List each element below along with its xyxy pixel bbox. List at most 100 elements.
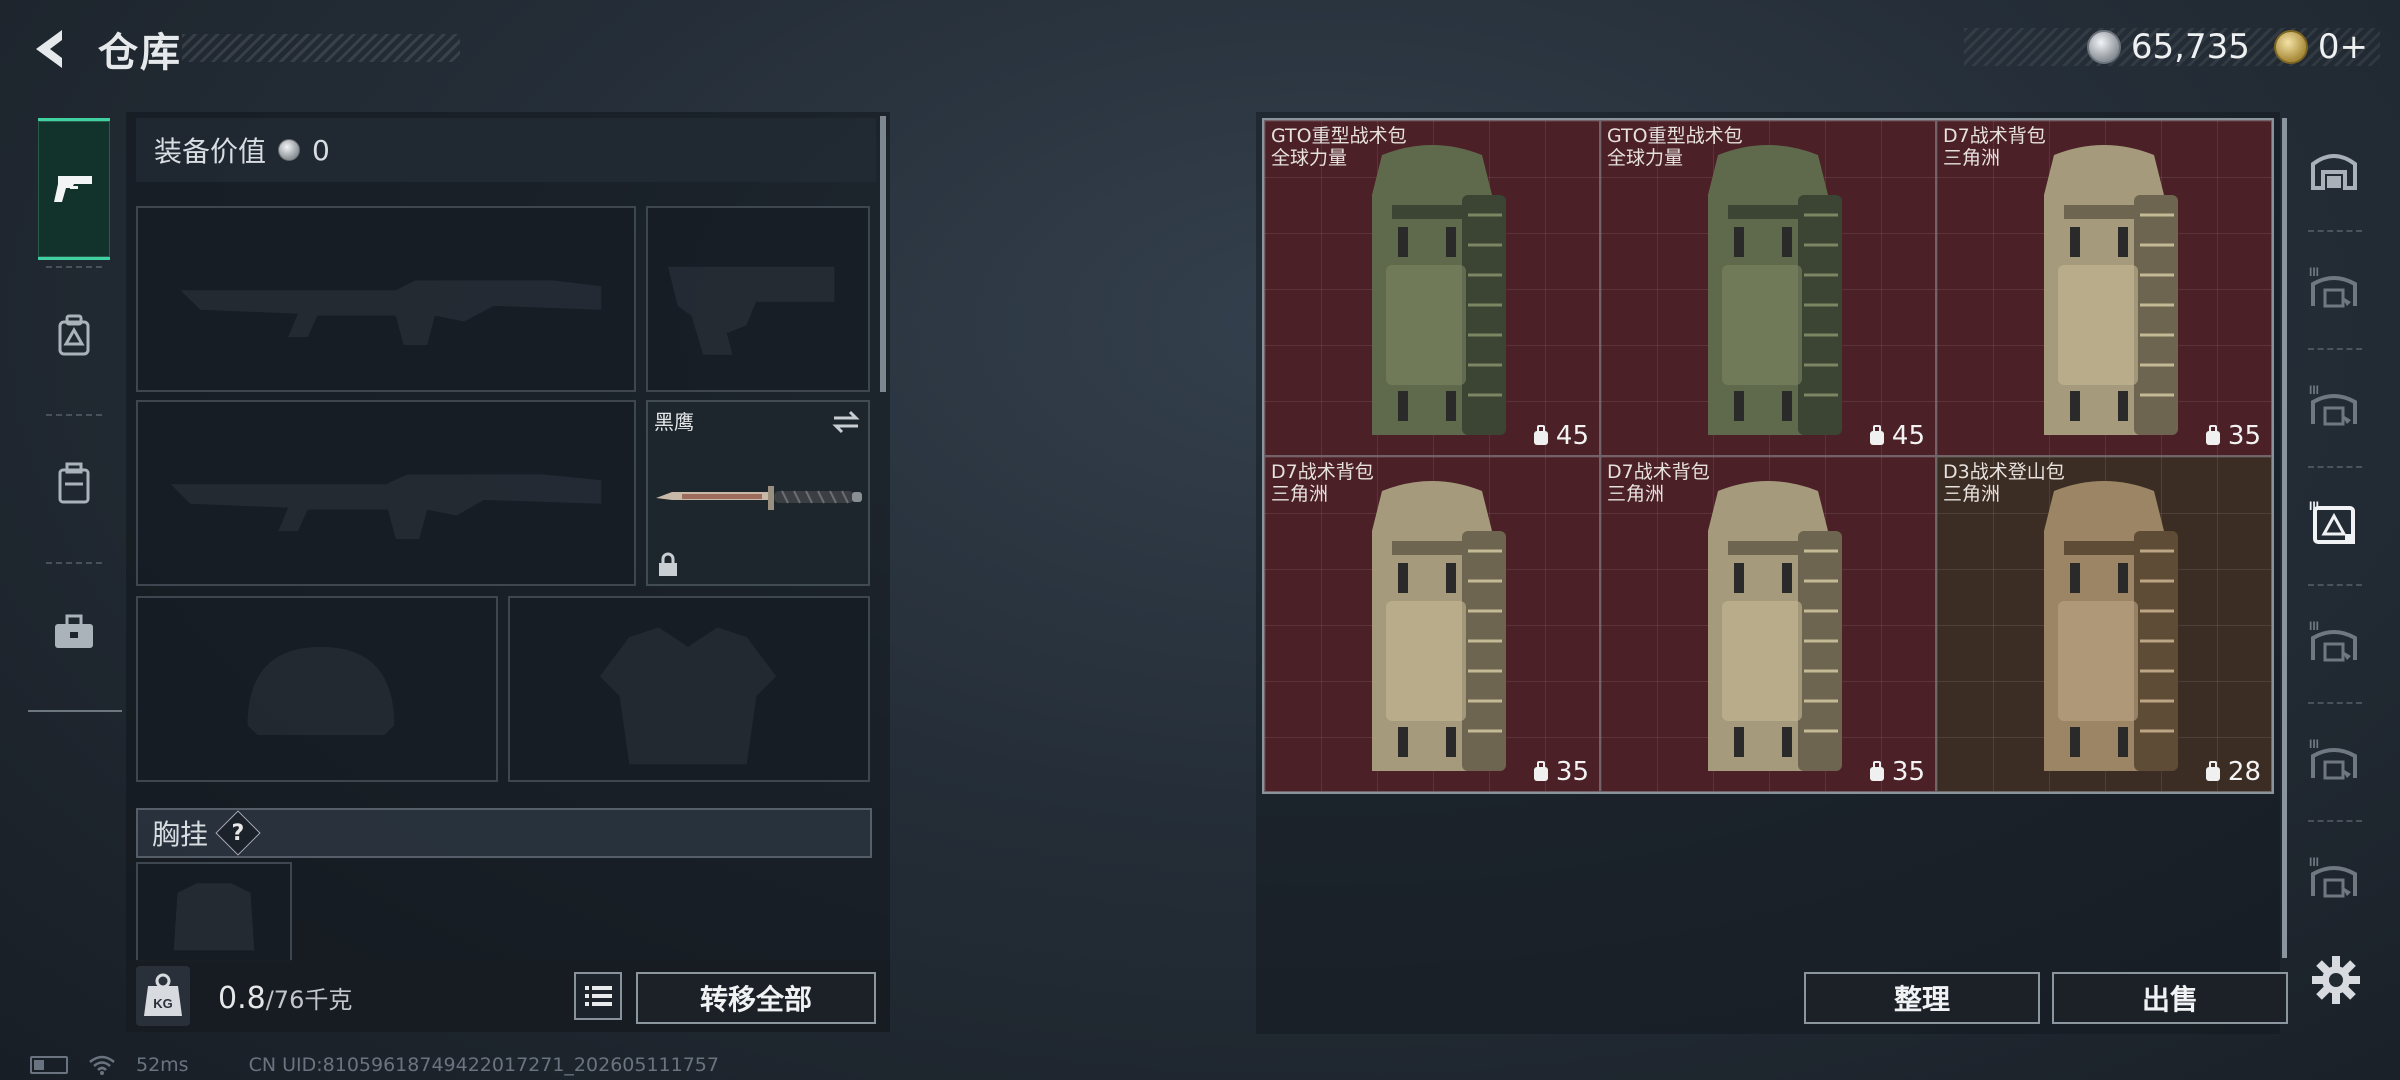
weight-max: /76千克 <box>265 986 353 1014</box>
inventory-item[interactable]: D7战术背包 三角洲 35 <box>1264 456 1600 792</box>
settings-button[interactable] <box>2306 950 2366 1010</box>
item-title: D3战术登山包 <box>1943 461 2065 483</box>
backpack-icon <box>58 314 90 356</box>
primary-weapon-slot[interactable] <box>136 206 636 392</box>
item-capacity: 35 <box>1532 757 1589 787</box>
rifle-silhouette-icon <box>170 474 602 539</box>
equip-value-label: 装备价值 <box>154 135 267 168</box>
swap-icon[interactable] <box>830 408 862 436</box>
warehouse-tier3-icon: III <box>2309 383 2357 426</box>
category-tab[interactable]: III <box>2290 348 2378 466</box>
item-title: D7战术背包 <box>1607 461 1710 483</box>
backpack-image <box>2044 145 2178 435</box>
container-icon <box>58 462 90 504</box>
gear-icon <box>2312 956 2360 1004</box>
loadout-scrollbar[interactable] <box>880 116 886 392</box>
toolbox-icon <box>55 614 93 648</box>
warehouse-tier3-icon: III <box>2309 855 2357 898</box>
sort-button[interactable]: 整理 <box>1804 972 2040 1024</box>
backpack-image <box>2044 481 2178 771</box>
sell-button[interactable]: 出售 <box>2052 972 2288 1024</box>
rifle-silhouette-icon <box>180 280 602 345</box>
item-name: D7战术背包 三角洲 <box>1607 461 1710 505</box>
category-tab[interactable]: III <box>2290 702 2378 820</box>
item-capacity-value: 28 <box>2227 757 2261 787</box>
inventory-item[interactable]: GTO重型战术包 全球力量 45 <box>1264 120 1600 456</box>
item-capacity-value: 35 <box>1891 757 1925 787</box>
chest-rig-label: 胸挂 <box>152 818 209 851</box>
warehouse-tier3-icon: III <box>2309 737 2357 780</box>
item-capacity: 35 <box>1868 757 1925 787</box>
item-name: D7战术背包 三角洲 <box>1271 461 1374 505</box>
tab-container[interactable] <box>38 416 110 552</box>
helmet-silhouette-icon <box>247 646 395 735</box>
chest-rig-header: 胸挂 ? <box>136 808 872 858</box>
weight-current: 0.8 <box>218 981 266 1016</box>
tab-backpack[interactable] <box>38 268 110 404</box>
chest-rig-slot[interactable] <box>136 862 292 962</box>
melee-name: 黑鹰 <box>654 410 694 434</box>
item-brand: 全球力量 <box>1607 147 1684 169</box>
backpack-image <box>1708 481 1842 771</box>
inventory-item[interactable]: D3战术登山包 三角洲 28 <box>1936 456 2272 792</box>
lock-icon <box>659 552 677 576</box>
help-icon[interactable]: ? <box>215 810 261 856</box>
backpack-image <box>1708 145 1842 435</box>
item-brand: 三角洲 <box>1943 147 2001 169</box>
inventory-item[interactable]: D7战术背包 三角洲 35 <box>1936 120 2272 456</box>
category-tab[interactable]: III <box>2290 466 2378 584</box>
back-button[interactable] <box>28 24 72 74</box>
capacity-icon <box>1869 761 1884 781</box>
svg-text:III: III <box>2309 855 2319 869</box>
item-capacity-value: 35 <box>2227 421 2261 451</box>
category-tab[interactable]: III <box>2290 584 2378 702</box>
secondary-weapon-slot[interactable] <box>136 400 636 586</box>
item-brand: 三角洲 <box>1607 483 1665 505</box>
helmet-slot[interactable] <box>136 596 498 782</box>
tab-toolbox[interactable] <box>38 564 110 700</box>
item-name: GTO重型战术包 全球力量 <box>1271 125 1407 169</box>
currency-bar: 65,735 0+ <box>1964 27 2380 67</box>
item-brand: 全球力量 <box>1271 147 1348 169</box>
inventory-item[interactable]: D7战术背包 三角洲 35 <box>1600 456 1936 792</box>
svg-text:III: III <box>2309 265 2319 279</box>
sidearm-slot[interactable] <box>646 206 870 392</box>
gold-coin-icon <box>2273 30 2308 64</box>
capacity-icon <box>1533 761 1548 781</box>
list-view-button[interactable] <box>574 972 622 1020</box>
category-rail: III III III III III III <box>2290 112 2380 942</box>
item-capacity: 28 <box>2204 757 2261 787</box>
item-brand: 三角洲 <box>1271 483 1329 505</box>
chest-rig-silhouette-icon <box>173 883 255 951</box>
silver-coin-icon <box>278 139 301 161</box>
inventory-scrollbar[interactable] <box>2282 118 2287 958</box>
status-footer: 52ms CN UID:8105961874942201​7271_202605… <box>30 1054 719 1076</box>
item-title: D7战术背包 <box>1271 461 1374 483</box>
backpack-image <box>1372 145 1506 435</box>
category-tab[interactable]: III <box>2290 230 2378 348</box>
tab-weapons[interactable] <box>38 118 110 260</box>
inventory-item[interactable]: GTO重型战术包 全球力量 45 <box>1600 120 1936 456</box>
gold-currency-value[interactable]: 0+ <box>2318 27 2368 67</box>
list-icon <box>585 986 612 1006</box>
item-title: GTO重型战术包 <box>1607 125 1743 147</box>
svg-text:III: III <box>2309 737 2319 751</box>
item-capacity: 45 <box>1532 421 1589 451</box>
back-arrow-icon <box>36 30 62 68</box>
armor-slot[interactable] <box>508 596 870 782</box>
category-tab[interactable] <box>2290 112 2378 230</box>
armor-silhouette-icon <box>599 627 777 765</box>
title-decoration <box>182 34 460 62</box>
battery-icon <box>30 1056 68 1074</box>
knife-icon <box>656 486 862 510</box>
item-capacity-value: 45 <box>1891 421 1925 451</box>
capacity-icon <box>1869 425 1884 445</box>
capacity-icon <box>2205 425 2220 445</box>
equip-value: 0 <box>312 133 330 167</box>
category-tab[interactable]: III <box>2290 820 2378 938</box>
weight-readout: 0.8/76千克 <box>218 980 352 1016</box>
capacity-icon <box>2205 761 2220 781</box>
item-name: D7战术背包 三角洲 <box>1943 125 2046 169</box>
melee-slot[interactable]: 黑鹰 <box>646 400 870 586</box>
transfer-all-button[interactable]: 转移全部 <box>636 972 876 1024</box>
